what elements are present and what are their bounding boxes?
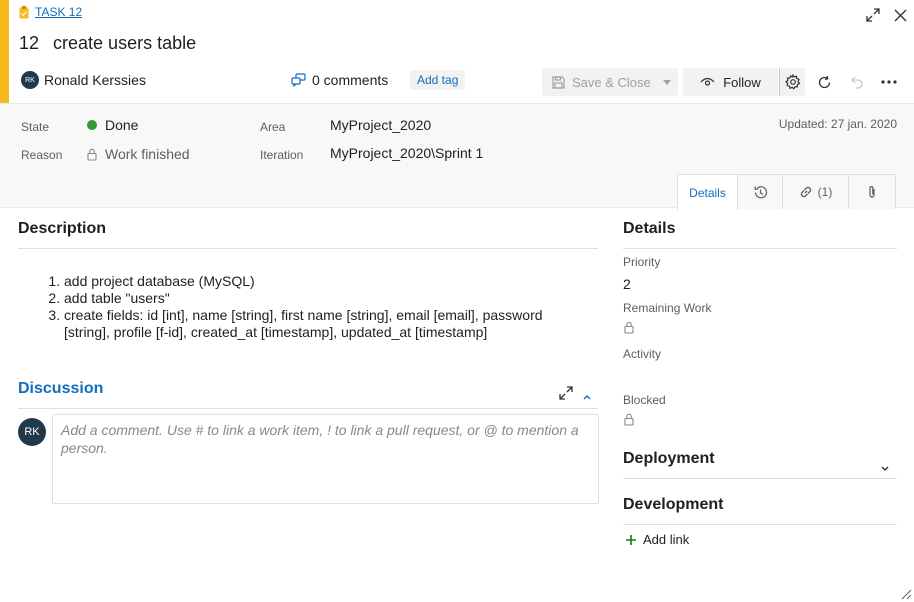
comments-link[interactable]: 0 comments: [291, 72, 388, 88]
lock-icon: [87, 148, 97, 161]
details-divider: [623, 248, 897, 249]
resize-grip-icon[interactable]: [900, 588, 912, 600]
tab-history[interactable]: [737, 174, 783, 209]
work-item-type-color-bar: [0, 0, 9, 103]
plus-icon: [626, 534, 636, 545]
state-field[interactable]: Done: [87, 117, 138, 133]
tab-bar: Details (1): [677, 174, 896, 210]
work-item-header: TASK 12 12 create users table RK Ronald …: [0, 0, 914, 103]
iteration-label: Iteration: [260, 148, 304, 162]
paperclip-icon: [869, 186, 875, 198]
more-actions-button[interactable]: [878, 71, 900, 93]
reason-field: Work finished: [87, 146, 190, 162]
comments-icon: [291, 73, 306, 87]
comments-count: 0 comments: [312, 72, 389, 88]
work-item-id: 12: [19, 33, 40, 53]
save-options-dropdown[interactable]: [656, 68, 678, 96]
description-divider: [18, 248, 598, 249]
links-count: (1): [817, 185, 833, 199]
undo-icon: [850, 76, 863, 89]
development-divider: [623, 524, 897, 525]
iteration-field[interactable]: MyProject_2020\Sprint 1: [330, 145, 483, 161]
work-item-type-link[interactable]: TASK 12: [35, 5, 82, 19]
eye-icon: [700, 77, 715, 86]
comment-input[interactable]: Add a comment. Use # to link a work item…: [52, 414, 599, 504]
area-label: Area: [260, 120, 286, 134]
more-icon: [881, 80, 897, 84]
deployment-heading[interactable]: Deployment: [623, 450, 715, 468]
save-close-label: Save & Close: [572, 74, 651, 90]
assigned-to[interactable]: RK Ronald Kerssies: [21, 71, 146, 89]
add-link-label: Add link: [643, 532, 690, 547]
discussion-expand-button[interactable]: [559, 386, 573, 403]
state-done-dot: [87, 120, 97, 130]
deployment-expand-button[interactable]: [880, 459, 890, 475]
remaining-work-label: Remaining Work: [623, 301, 712, 315]
follow-button[interactable]: Follow: [683, 68, 778, 96]
discussion-collapse-button[interactable]: [582, 388, 592, 404]
details-heading: Details: [623, 220, 676, 237]
assigned-to-name: Ronald Kerssies: [44, 72, 146, 88]
list-item: add project database (MySQL): [64, 273, 591, 290]
save-icon: [552, 75, 565, 89]
expand-icon: [866, 8, 880, 22]
priority-label: Priority: [623, 255, 661, 269]
reason-label: Reason: [21, 148, 63, 162]
priority-value[interactable]: 2: [623, 276, 631, 292]
state-label: State: [21, 120, 50, 134]
deployment-divider: [623, 478, 897, 479]
remaining-work-field: [624, 321, 634, 337]
save-close-button[interactable]: Save & Close: [542, 68, 678, 96]
fullscreen-button[interactable]: [864, 6, 882, 24]
task-icon: [19, 5, 29, 18]
close-button[interactable]: [891, 6, 909, 24]
blocked-field: [624, 413, 634, 429]
updated-date: Updated: 27 jan. 2020: [778, 117, 897, 131]
fields-panel: State Done Reason Work finished Area MyP…: [0, 103, 914, 210]
chevron-up-icon: [583, 395, 591, 400]
description-list[interactable]: add project database (MySQL) add table "…: [46, 273, 591, 341]
reason-value: Work finished: [105, 146, 190, 162]
tab-attachments[interactable]: [848, 174, 896, 209]
caret-down-icon: [663, 79, 671, 85]
chevron-down-icon: [881, 466, 889, 471]
title-row: 12 create users table: [19, 33, 196, 54]
iteration-value: MyProject_2020\Sprint 1: [330, 145, 484, 161]
lock-icon: [624, 321, 634, 334]
undo-button[interactable]: [845, 71, 867, 93]
discussion-divider: [18, 408, 598, 409]
avatar: RK: [21, 71, 39, 89]
avatar: RK: [18, 418, 46, 446]
area-field[interactable]: MyProject_2020: [330, 117, 431, 133]
lock-icon: [624, 413, 634, 426]
gear-icon: [784, 74, 800, 90]
area-value: MyProject_2020: [330, 117, 432, 133]
meta-row: RK Ronald Kerssies 0 comments Add tag Sa…: [21, 68, 911, 96]
discussion-heading: Discussion: [18, 380, 104, 397]
add-tag-button[interactable]: Add tag: [410, 70, 466, 90]
list-item: create fields: id [int], name [string], …: [64, 307, 591, 341]
blocked-label: Blocked: [623, 393, 666, 407]
expand-icon: [559, 386, 573, 400]
activity-field[interactable]: [623, 366, 897, 388]
tab-details[interactable]: Details: [677, 174, 738, 210]
description-heading: Description: [18, 220, 107, 237]
list-item: add table "users": [64, 290, 591, 307]
activity-label: Activity: [623, 347, 662, 361]
history-icon: [753, 185, 767, 198]
add-link-button[interactable]: Add link: [625, 532, 689, 547]
follow-label: Follow: [723, 74, 761, 90]
settings-button[interactable]: [779, 68, 805, 96]
work-item-title[interactable]: create users table: [53, 33, 196, 54]
close-icon: [894, 9, 906, 21]
link-icon: [800, 186, 811, 198]
refresh-icon: [818, 75, 830, 88]
work-item-type: TASK 12: [19, 5, 82, 19]
refresh-button[interactable]: [813, 71, 835, 93]
development-heading: Development: [623, 496, 724, 513]
state-value: Done: [105, 117, 139, 133]
tab-links[interactable]: (1): [782, 174, 849, 209]
